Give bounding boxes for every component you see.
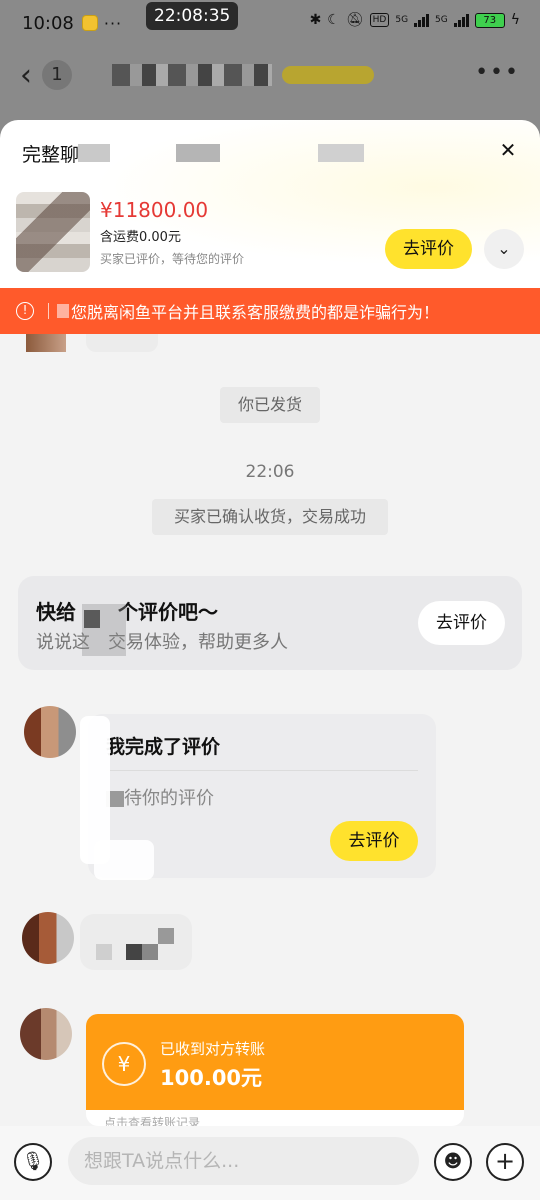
network-5g-label-1: 5G xyxy=(395,15,409,25)
voice-input-icon[interactable]: 🎙︎ xyxy=(14,1143,52,1181)
emoji-icon[interactable]: ☻ xyxy=(434,1143,472,1181)
charging-icon: ϟ xyxy=(510,12,520,28)
review-card-sub-end: 交易体验，帮助更多人 xyxy=(108,632,288,653)
chat-header: ‹ 1 ••• xyxy=(0,50,540,100)
review-card-title-end: 个评价吧～ xyxy=(118,600,218,624)
message-input-bar: 🎙︎ ☻ + xyxy=(0,1126,540,1200)
unread-count-badge: 1 xyxy=(42,60,72,90)
buyer-avatar[interactable] xyxy=(22,912,74,964)
title-redaction xyxy=(78,144,110,162)
clock-overlay: 22:08:35 xyxy=(146,2,239,30)
review-card-redaction xyxy=(84,610,100,628)
expand-chevron-icon[interactable]: ⌄ xyxy=(484,229,524,269)
sheet-title: 完整聊 xyxy=(22,144,80,166)
review-done-text: 待你的评价 xyxy=(106,784,214,810)
review-done-text-content: 待你的评价 xyxy=(124,788,214,809)
buyer-avatar[interactable] xyxy=(20,1008,72,1060)
network-5g-label-2: 5G xyxy=(435,15,448,25)
confirm-system-message: 买家已确认收货，交易成功 xyxy=(152,499,388,535)
redaction-pixel xyxy=(142,944,158,960)
redaction-pixel xyxy=(126,944,142,960)
product-price: ¥11800.00 xyxy=(100,198,209,222)
fraud-warning-banner: ! 您脱离闲鱼平台并且联系客服缴费的都是诈骗行为！ xyxy=(0,288,540,334)
more-options-icon[interactable]: ••• xyxy=(475,60,520,85)
signal-icon-2 xyxy=(453,13,469,27)
status-bar: 10:08 ··· 22:08:35 ✱ ☾ 🔕︎ HD 5G 5G 73 ϟ xyxy=(0,0,540,46)
review-done-title: 我完成了评价 xyxy=(106,736,221,758)
status-icons: ✱ ☾ 🔕︎ HD 5G 5G 73 ϟ xyxy=(310,12,520,28)
redacted-message-bubble xyxy=(80,914,192,970)
chat-timestamp: 22:06 xyxy=(245,462,295,482)
redaction-pixel xyxy=(158,928,174,944)
product-thumbnail[interactable] xyxy=(16,192,90,272)
transfer-card[interactable]: ¥ 已收到对方转账 100.00元 xyxy=(86,1014,464,1110)
back-icon[interactable]: ‹ xyxy=(20,58,32,93)
add-attachment-icon[interactable]: + xyxy=(486,1143,524,1181)
card-divider xyxy=(106,770,418,771)
buyer-avatar[interactable] xyxy=(24,706,76,758)
message-bubble-partial xyxy=(86,334,158,352)
status-time: 10:08 xyxy=(22,12,74,34)
avatar-partial xyxy=(26,334,66,352)
redaction-pixel xyxy=(96,944,112,960)
title-redaction xyxy=(318,144,364,162)
sheet-review-button[interactable]: 去评价 xyxy=(385,229,472,269)
mute-bell-icon: 🔕︎ xyxy=(345,12,364,28)
review-card-title-start: 快给 xyxy=(36,600,76,624)
moon-icon: ☾ xyxy=(327,12,340,28)
warning-icon: ! xyxy=(16,302,34,320)
review-card-subtitle: 说说这 交易体验，帮助更多人 xyxy=(36,628,288,654)
close-icon[interactable]: ✕ xyxy=(494,136,522,164)
shipping-fee: 含运费0.00元 xyxy=(100,230,181,245)
message-input[interactable] xyxy=(68,1137,419,1185)
transfer-footer[interactable]: 点击查看转账记录 xyxy=(86,1110,464,1126)
order-status-note: 买家已评价，等待您的评价 xyxy=(100,252,245,266)
contact-badge-redacted xyxy=(282,66,374,84)
review-prompt-card: 快给 个评价吧～ 说说这 交易体验，帮助更多人 去评价 xyxy=(18,576,522,670)
review-done-button[interactable]: 去评价 xyxy=(330,821,418,861)
contact-name-redacted xyxy=(112,64,272,86)
title-redaction xyxy=(176,144,220,162)
bluetooth-icon: ✱ xyxy=(309,12,322,28)
more-notifications-icon: ··· xyxy=(103,13,123,33)
review-card-title: 快给 个评价吧～ xyxy=(36,596,218,625)
transfer-footer-text: 点击查看转账记录 xyxy=(104,1116,201,1126)
fraud-warning-text: 您脱离闲鱼平台并且联系客服缴费的都是诈骗行为！ xyxy=(71,303,440,322)
redaction-smudge xyxy=(94,840,154,880)
app-notification-icon xyxy=(81,15,98,31)
transfer-label: 已收到对方转账 xyxy=(160,1040,266,1058)
review-card-button[interactable]: 去评价 xyxy=(418,601,505,645)
signal-icon-1 xyxy=(414,13,430,27)
shipped-system-message: 你已发货 xyxy=(220,387,320,423)
transfer-amount: 100.00元 xyxy=(160,1066,263,1090)
money-transfer-icon: ¥ xyxy=(102,1042,146,1086)
hd-icon: HD xyxy=(369,13,390,27)
battery-icon: 73 xyxy=(474,12,505,28)
warning-divider xyxy=(48,303,49,319)
warning-redaction xyxy=(57,304,69,318)
